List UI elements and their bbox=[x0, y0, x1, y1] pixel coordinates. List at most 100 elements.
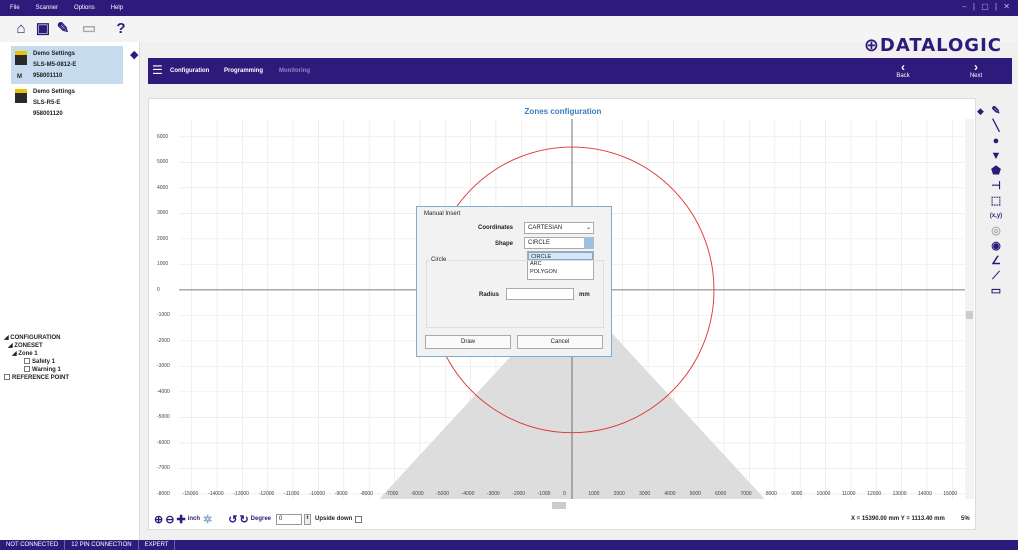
y-tick-label: -6000 bbox=[157, 439, 170, 446]
device-item-1[interactable]: Demo Settings SLS-M5-0812-E 958001110 M bbox=[11, 46, 123, 84]
polygon-icon[interactable]: ⬟ bbox=[988, 164, 1004, 179]
scanner-icon bbox=[15, 51, 27, 65]
target-icon[interactable]: ◉ bbox=[988, 239, 1004, 254]
tree-zone-1[interactable]: ◢ Zone 1 bbox=[4, 350, 69, 358]
menu-options[interactable]: Options bbox=[74, 5, 95, 11]
master-badge: M bbox=[17, 74, 22, 80]
safety-checkbox[interactable] bbox=[24, 358, 30, 364]
x-tick-label: 12000 bbox=[867, 491, 882, 497]
menu-scanner[interactable]: Scanner bbox=[36, 5, 58, 11]
collapse-tools-icon[interactable]: ◆ bbox=[977, 106, 984, 117]
y-tick-label: 2000 bbox=[157, 235, 169, 242]
collapse-panel-icon[interactable]: ◆ bbox=[130, 48, 138, 61]
x-tick-label: -9000 bbox=[334, 491, 348, 497]
plot-tools: ⊕ ⊖ ✚ inch ✲ ↺ ↻ Degree 0 ⬍ Upside down bbox=[154, 511, 364, 527]
device-name: Demo Settings bbox=[33, 89, 76, 95]
pin-connection: 12 PIN CONNECTION bbox=[65, 540, 139, 550]
circle-group: Circle Radius mm bbox=[426, 257, 604, 328]
rotate-cw-icon[interactable]: ↻ bbox=[239, 513, 248, 526]
y-tick-label: 5000 bbox=[157, 159, 169, 166]
draw-button[interactable]: Draw bbox=[425, 335, 511, 349]
pan-icon[interactable]: ✚ bbox=[176, 513, 185, 526]
datalogic-logo: ⊕DATALOGIC bbox=[863, 35, 1002, 56]
coordinates-select[interactable]: CARTESIAN ⌄ bbox=[524, 222, 594, 234]
reference-label: REFERENCE POINT bbox=[12, 375, 70, 381]
menu-file[interactable]: File bbox=[10, 5, 20, 11]
back-button[interactable]: ‹ Back bbox=[888, 61, 918, 79]
device-serial: 958001110 bbox=[33, 73, 63, 79]
cancel-button[interactable]: Cancel bbox=[517, 335, 603, 349]
sector-icon[interactable]: ▼ bbox=[988, 149, 1004, 164]
connection-status: NOT CONNECTED bbox=[0, 540, 66, 550]
circle-icon[interactable]: ● bbox=[988, 134, 1004, 149]
zoom-in-icon[interactable]: ⊕ bbox=[154, 513, 163, 526]
coordinates-label: Coordinates bbox=[477, 225, 513, 231]
degree-spinner[interactable]: ⬍ bbox=[304, 513, 311, 525]
monitor-icon[interactable]: ▭ bbox=[80, 20, 98, 38]
unit-toggle[interactable]: inch bbox=[188, 516, 200, 522]
select-area-icon[interactable]: ⬚ bbox=[988, 194, 1004, 209]
reference-checkbox[interactable] bbox=[4, 374, 10, 380]
shape-dropdown-button[interactable] bbox=[584, 237, 594, 249]
radius-input[interactable] bbox=[506, 288, 574, 300]
y-tick-label: 1000 bbox=[157, 261, 169, 268]
tree-warning-1[interactable]: Warning 1 bbox=[4, 366, 69, 374]
tab-configuration[interactable]: Configuration bbox=[170, 68, 209, 74]
ruler-icon[interactable]: ▭ bbox=[988, 284, 1004, 299]
rotate-ccw-icon[interactable]: ↺ bbox=[228, 513, 237, 526]
slope-icon[interactable]: ⟋ bbox=[988, 269, 1004, 284]
line-icon[interactable]: ╲ bbox=[988, 119, 1004, 134]
window-controls[interactable]: – | ▢ | ✕ bbox=[962, 2, 1012, 11]
tab-monitoring[interactable]: Monitoring bbox=[279, 68, 310, 74]
vertical-scroll-thumb[interactable] bbox=[966, 311, 973, 319]
x-tick-label: -14000 bbox=[208, 491, 224, 497]
save-icon[interactable]: ▣ bbox=[34, 20, 52, 38]
arc-icon[interactable]: ◎ bbox=[988, 224, 1004, 239]
device-model: SLS-M5-0812-E bbox=[33, 62, 77, 68]
x-tick-label: -13000 bbox=[233, 491, 249, 497]
device-model: SLS-R5-E bbox=[33, 100, 61, 106]
safety-label: Safety 1 bbox=[32, 359, 56, 365]
degree-input[interactable]: 0 bbox=[276, 513, 302, 525]
angle-icon[interactable]: ∠ bbox=[988, 254, 1004, 269]
y-tick-label: 3000 bbox=[157, 210, 169, 217]
menu-help[interactable]: Help bbox=[111, 5, 123, 11]
tree-zoneset[interactable]: ◢ ZONESET bbox=[4, 342, 69, 350]
x-tick-label: -5000 bbox=[436, 491, 450, 497]
vertical-scrollbar[interactable] bbox=[965, 119, 974, 499]
tab-programming[interactable]: Programming bbox=[224, 68, 263, 74]
radius-label: Radius bbox=[478, 292, 499, 298]
plot-title: Zones configuration bbox=[524, 107, 602, 116]
y-tick-label: -8000 bbox=[157, 490, 170, 497]
hamburger-menu-icon[interactable]: ☰ bbox=[152, 63, 163, 77]
horizontal-scroll-thumb[interactable] bbox=[552, 502, 566, 509]
edit-document-icon[interactable]: ✎ bbox=[54, 20, 72, 38]
help-icon[interactable]: ? bbox=[112, 20, 130, 38]
coordinates-icon[interactable]: (x,y) bbox=[988, 209, 1004, 224]
coordinates-value: CARTESIAN bbox=[528, 225, 563, 231]
device-serial: 958001120 bbox=[33, 111, 63, 117]
x-tick-label: -8000 bbox=[360, 491, 373, 497]
tree-reference-point[interactable]: REFERENCE POINT bbox=[4, 374, 69, 382]
home-icon[interactable]: ⌂ bbox=[12, 20, 30, 38]
zoom-out-icon[interactable]: ⊖ bbox=[165, 513, 174, 526]
tree-safety-1[interactable]: Safety 1 bbox=[4, 358, 69, 366]
device-item-2[interactable]: Demo Settings SLS-R5-E 958001120 bbox=[11, 84, 123, 122]
configuration-tree: ◢ CONFIGURATION ◢ ZONESET ◢ Zone 1 Safet… bbox=[4, 334, 69, 382]
drawing-tools: ✎ ╲ ● ▼ ⬟ ⊣ ⬚ (x,y) ◎ ◉ ∠ ⟋ ▭ bbox=[988, 104, 1008, 299]
pencil-icon[interactable]: ✎ bbox=[988, 104, 1004, 119]
shape-select[interactable]: CIRCLE bbox=[524, 237, 594, 249]
y-tick-label: -4000 bbox=[157, 388, 170, 395]
option-circle[interactable]: CIRCLE bbox=[528, 252, 593, 260]
chevron-down-icon: ⌄ bbox=[585, 225, 591, 231]
next-button[interactable]: › Next bbox=[961, 61, 991, 79]
back-label: Back bbox=[896, 73, 910, 79]
measure-icon[interactable]: ⊣ bbox=[988, 179, 1004, 194]
tree-configuration[interactable]: ◢ CONFIGURATION bbox=[4, 334, 69, 342]
manual-insert-dialog: Manual Insert Coordinates CARTESIAN ⌄ Sh… bbox=[416, 206, 612, 357]
warning-checkbox[interactable] bbox=[24, 366, 30, 372]
radius-unit: mm bbox=[579, 292, 590, 298]
upside-down-checkbox[interactable] bbox=[355, 515, 363, 523]
snowflake-icon[interactable]: ✲ bbox=[203, 513, 212, 526]
dialog-title: Manual Insert bbox=[424, 211, 461, 217]
